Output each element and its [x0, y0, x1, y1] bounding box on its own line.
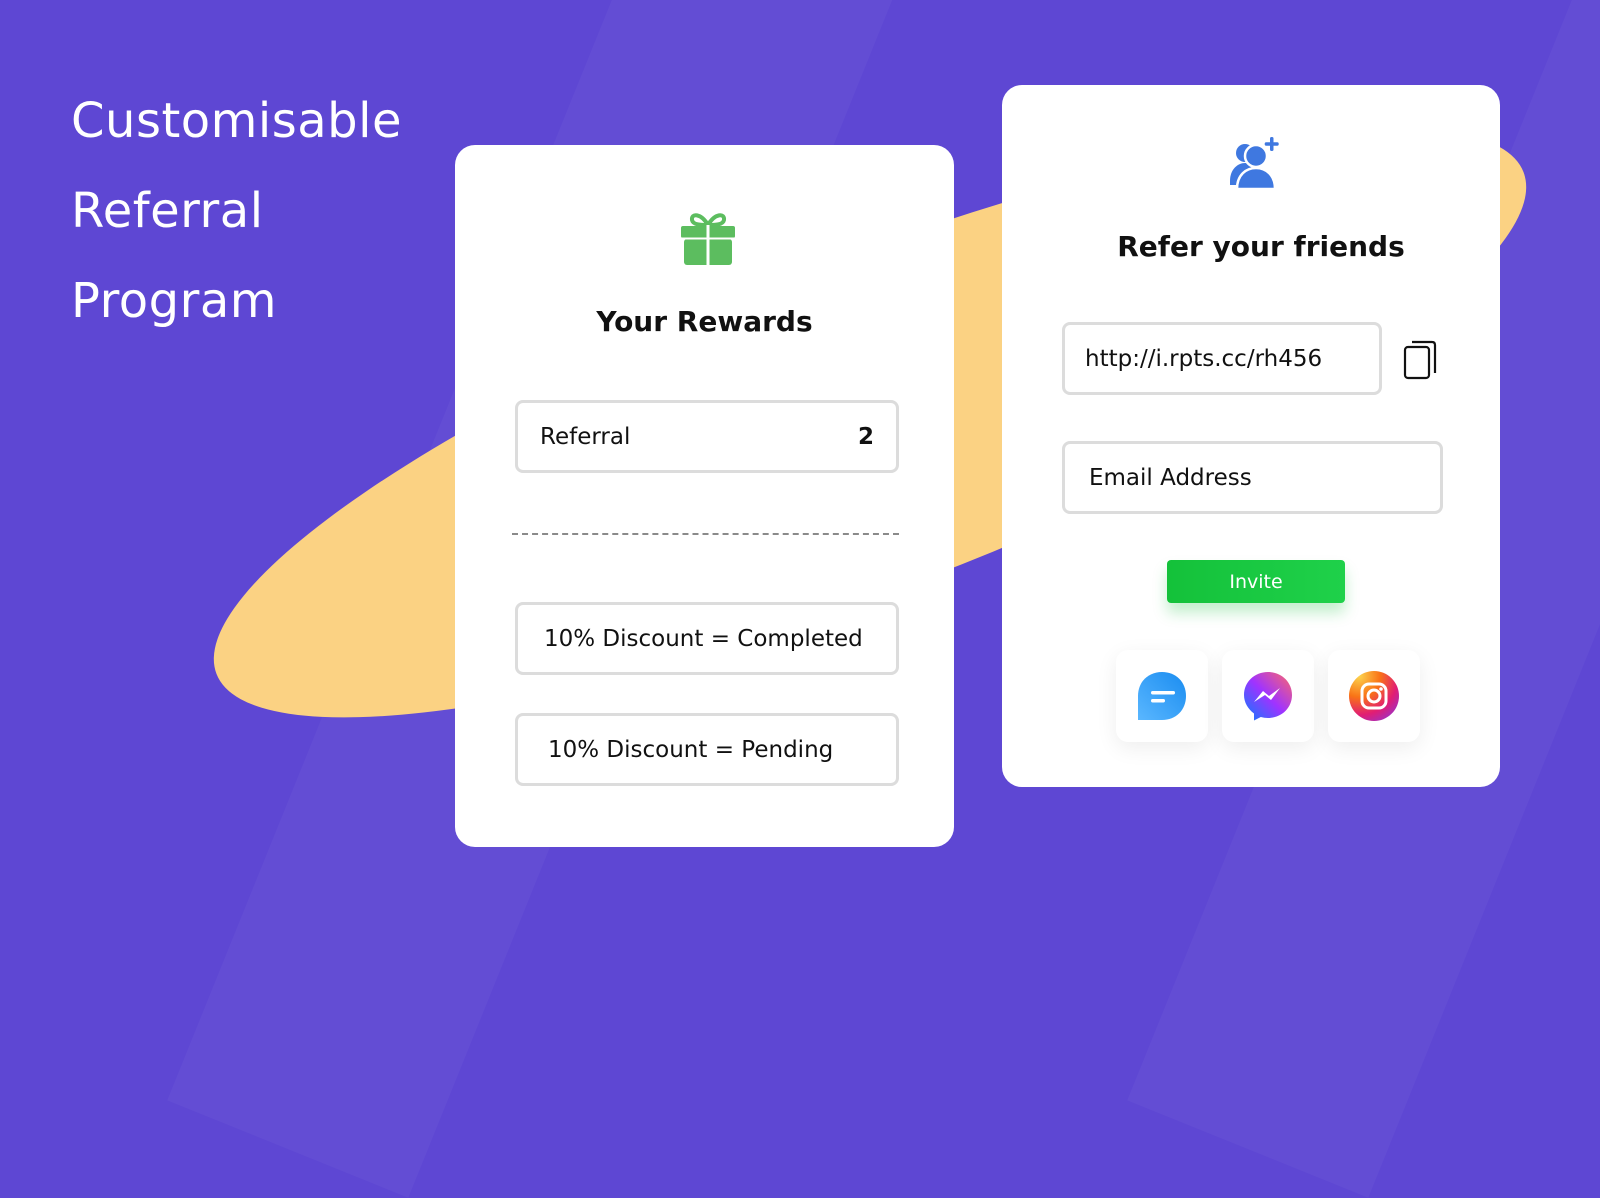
headline-line: Program	[71, 273, 278, 329]
discount-text: 10% Discount = Pending	[548, 736, 834, 763]
headline-line: Customisable	[71, 93, 402, 149]
discount-text: 10% Discount = Completed	[544, 625, 863, 652]
referral-label: Referral	[540, 423, 631, 450]
discount-status-completed: 10% Discount = Completed	[515, 602, 899, 675]
headline: Customisable Referral Program	[71, 76, 402, 346]
share-options	[1116, 650, 1420, 742]
share-instagram-button[interactable]	[1328, 650, 1420, 742]
message-icon	[1138, 672, 1186, 720]
rewards-card: Your Rewards Referral 2 10% Discount = C…	[455, 145, 954, 847]
dashed-divider	[512, 533, 899, 535]
referral-count: 2	[857, 423, 874, 450]
referral-link-field[interactable]: http://i.rpts.cc/rh456	[1062, 322, 1382, 395]
share-sms-button[interactable]	[1116, 650, 1208, 742]
referral-link: http://i.rpts.cc/rh456	[1085, 345, 1323, 372]
refer-friends-card: Refer your friends http://i.rpts.cc/rh45…	[1002, 85, 1500, 787]
gift-icon	[681, 213, 735, 265]
discount-status-pending: 10% Discount = Pending	[515, 713, 899, 786]
rewards-title: Your Rewards	[596, 305, 813, 338]
copy-icon[interactable]	[1402, 337, 1440, 381]
refer-title: Refer your friends	[1117, 230, 1405, 263]
messenger-icon	[1244, 672, 1292, 721]
headline-line: Referral	[71, 183, 264, 239]
instagram-icon	[1349, 671, 1399, 721]
add-user-icon	[1230, 137, 1279, 191]
email-field[interactable]	[1062, 441, 1443, 514]
share-messenger-button[interactable]	[1222, 650, 1314, 742]
email-input[interactable]	[1087, 463, 1418, 492]
referral-count-box: Referral 2	[515, 400, 899, 473]
invite-button[interactable]: Invite	[1167, 560, 1345, 603]
